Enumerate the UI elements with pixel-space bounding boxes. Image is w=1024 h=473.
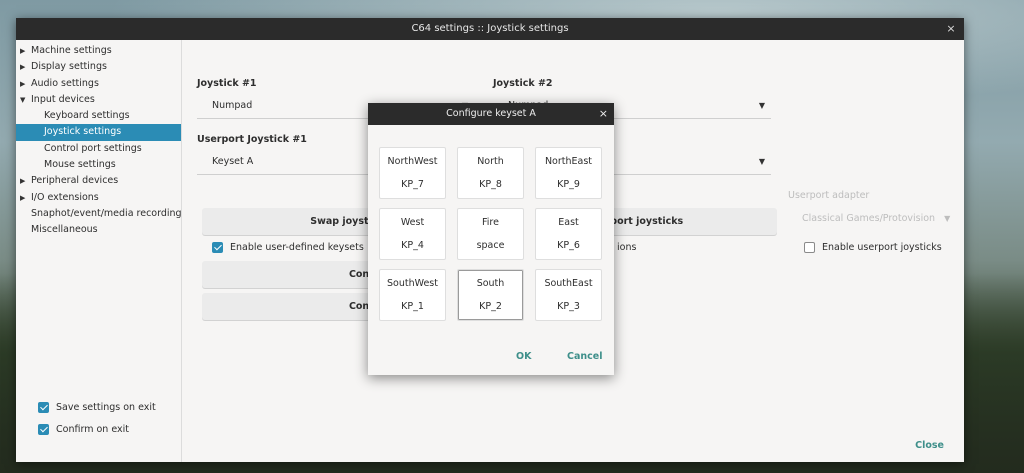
key-value-label: KP_8 — [479, 179, 502, 190]
key-value-label: KP_1 — [401, 301, 424, 312]
tree-item-control-port-settings[interactable]: Control port settings — [16, 141, 181, 157]
chevron-down-icon: ▼ — [758, 157, 765, 166]
window-titlebar: C64 settings :: Joystick settings × — [16, 18, 964, 40]
enable-userport-row[interactable]: Enable userport joysticks — [804, 242, 942, 253]
tree-item-miscellaneous[interactable]: Miscellaneous — [16, 222, 181, 238]
tree-item-label: Peripheral devices — [31, 175, 119, 187]
tree-item-mouse-settings[interactable]: Mouse settings — [16, 157, 181, 173]
key-southeast-button[interactable]: SouthEast KP_3 — [535, 269, 602, 321]
tree-item-audio-settings[interactable]: ▶ Audio settings — [16, 76, 181, 92]
close-button[interactable]: Close — [915, 440, 944, 451]
key-value-label: KP_2 — [479, 301, 502, 312]
collapse-arrow-icon[interactable]: ▼ — [20, 92, 28, 108]
tree-item-label: I/O extensions — [31, 191, 99, 203]
tree-item-peripheral-devices[interactable]: ▶ Peripheral devices — [16, 173, 181, 189]
tree-item-machine-settings[interactable]: ▶ Machine settings — [16, 43, 181, 59]
key-direction-label: East — [558, 217, 579, 228]
userport1-value: Keyset A — [212, 156, 254, 167]
key-direction-label: North — [477, 156, 504, 167]
tree-item-label: Joystick settings — [44, 126, 122, 138]
tree-item-label: Input devices — [31, 93, 95, 105]
tree-item-label: Mouse settings — [44, 159, 116, 171]
tree-item-joystick-settings[interactable]: Joystick settings — [16, 124, 181, 141]
save-on-exit-checkbox[interactable] — [38, 402, 49, 413]
options-label-fragment: ions — [617, 242, 637, 253]
userport-adapter-label: Userport adapter — [788, 190, 870, 201]
userport-adapter-select: Classical Games/Protovision ▼ — [802, 213, 950, 224]
key-direction-label: Fire — [482, 217, 499, 228]
tree-item-snapshot-recording[interactable]: Snaphot/event/media recording — [16, 206, 182, 222]
key-direction-label: South — [476, 278, 505, 289]
enable-userport-checkbox[interactable] — [804, 242, 815, 253]
key-direction-label: West — [400, 217, 425, 228]
key-northwest-button[interactable]: NorthWest KP_7 — [379, 147, 446, 199]
key-value-label: KP_9 — [557, 179, 580, 190]
joystick1-label: Joystick #1 — [197, 78, 257, 89]
key-northeast-button[interactable]: NorthEast KP_9 — [535, 147, 602, 199]
ok-button[interactable]: OK — [516, 351, 531, 362]
window-close-icon[interactable]: × — [944, 18, 958, 40]
confirm-on-exit-label: Confirm on exit — [56, 424, 129, 435]
tree-item-label: Keyboard settings — [44, 110, 130, 122]
key-direction-label: SouthEast — [544, 278, 593, 289]
expand-arrow-icon[interactable]: ▶ — [20, 59, 28, 75]
key-direction-label: NorthWest — [387, 156, 438, 167]
configure-keyset-dialog: Configure keyset A × NorthWest KP_7 Nort… — [368, 103, 614, 375]
confirm-on-exit-row[interactable]: Confirm on exit — [38, 424, 129, 435]
tree-item-io-extensions[interactable]: ▶ I/O extensions — [16, 190, 181, 206]
enable-userport-label: Enable userport joysticks — [822, 242, 942, 253]
key-value-label: space — [476, 240, 505, 251]
cancel-button[interactable]: Cancel — [567, 351, 602, 362]
chevron-down-icon: ▼ — [944, 214, 951, 223]
expand-arrow-icon[interactable]: ▶ — [20, 173, 28, 189]
joystick1-value: Numpad — [212, 100, 253, 111]
key-value-label: KP_4 — [401, 240, 424, 251]
save-on-exit-row[interactable]: Save settings on exit — [38, 402, 156, 413]
window-title: C64 settings :: Joystick settings — [411, 23, 569, 34]
key-direction-label: NorthEast — [544, 156, 593, 167]
userport-adapter-value: Classical Games/Protovision — [802, 213, 936, 224]
dialog-close-icon[interactable]: × — [599, 103, 608, 125]
dialog-title: Configure keyset A — [446, 108, 536, 119]
enable-keysets-row[interactable]: Enable user-defined keysets — [212, 242, 364, 253]
expand-arrow-icon[interactable]: ▶ — [20, 43, 28, 59]
settings-tree: ▶ Machine settings ▶ Display settings ▶ Aud… — [16, 43, 182, 239]
confirm-on-exit-checkbox[interactable] — [38, 424, 49, 435]
key-value-label: KP_3 — [557, 301, 580, 312]
enable-keysets-checkbox[interactable] — [212, 242, 223, 253]
expand-arrow-icon[interactable]: ▶ — [20, 76, 28, 92]
tree-item-label: Audio settings — [31, 77, 99, 89]
tree-item-label: Machine settings — [31, 45, 112, 56]
tree-item-label: Display settings — [31, 61, 107, 73]
key-north-button[interactable]: North KP_8 — [457, 147, 524, 199]
key-east-button[interactable]: East KP_6 — [535, 208, 602, 260]
key-fire-button[interactable]: Fire space — [457, 208, 524, 260]
tree-item-label: Snaphot/event/media recording — [31, 207, 182, 219]
enable-keysets-label: Enable user-defined keysets — [230, 242, 364, 253]
save-on-exit-label: Save settings on exit — [56, 402, 156, 413]
expand-arrow-icon[interactable]: ▶ — [20, 190, 28, 206]
joystick2-label: Joystick #2 — [493, 78, 553, 89]
chevron-down-icon: ▼ — [758, 101, 765, 110]
tree-item-label: Miscellaneous — [31, 224, 98, 236]
key-value-label: KP_7 — [401, 179, 424, 190]
tree-item-input-devices[interactable]: ▼ Input devices — [16, 92, 181, 108]
key-southwest-button[interactable]: SouthWest KP_1 — [379, 269, 446, 321]
userport1-label: Userport Joystick #1 — [197, 134, 307, 145]
settings-sidebar: ▶ Machine settings ▶ Display settings ▶ Aud… — [16, 40, 182, 462]
key-value-label: KP_6 — [557, 240, 580, 251]
tree-item-display-settings[interactable]: ▶ Display settings — [16, 59, 181, 75]
key-direction-label: SouthWest — [387, 278, 438, 289]
key-south-button[interactable]: South KP_2 — [457, 269, 524, 321]
tree-item-keyboard-settings[interactable]: Keyboard settings — [16, 108, 181, 124]
key-west-button[interactable]: West KP_4 — [379, 208, 446, 260]
dialog-titlebar: Configure keyset A × — [368, 103, 614, 125]
tree-item-label: Control port settings — [44, 142, 142, 154]
